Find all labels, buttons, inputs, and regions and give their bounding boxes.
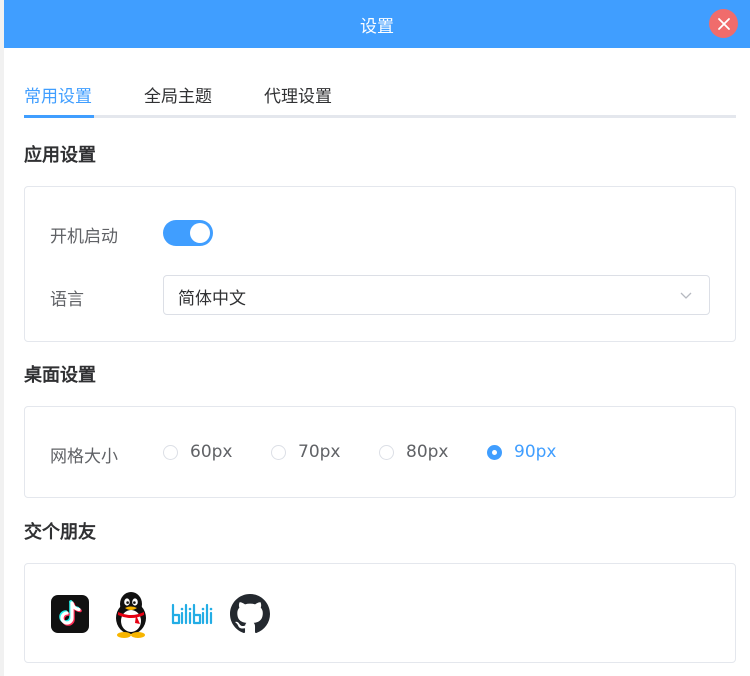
tab-proxy[interactable]: 代理设置: [264, 82, 332, 107]
grid-size-radio-60[interactable]: 60px: [163, 440, 232, 464]
tab-global-theme[interactable]: 全局主题: [144, 82, 212, 107]
radio-label: 70px: [298, 442, 341, 462]
section-title-desktop: 桌面设置: [24, 365, 96, 386]
bilibili-link[interactable]: [170, 599, 214, 629]
grid-size-radio-80[interactable]: 80px: [379, 440, 448, 464]
section-title-friends: 交个朋友: [24, 522, 96, 543]
grid-size-radio-70[interactable]: 70px: [271, 440, 340, 464]
tab-general[interactable]: 常用设置: [24, 82, 92, 107]
close-icon: [717, 17, 730, 30]
radio-label: 90px: [514, 442, 557, 462]
grid-size-label: 网格大小: [50, 447, 118, 467]
tiktok-link[interactable]: [50, 594, 90, 634]
settings-tabs: 常用设置 全局主题 代理设置: [24, 80, 736, 118]
app-settings-card: 开机启动 语言 简体中文: [24, 186, 736, 342]
window-title: 设置: [360, 16, 394, 37]
tiktok-icon: [51, 595, 89, 633]
github-link[interactable]: [230, 594, 270, 634]
radio-circle: [163, 444, 178, 460]
radio-label: 80px: [406, 442, 449, 462]
title-bar: 设置: [4, 0, 750, 48]
desktop-settings-card: 网格大小 60px 70px 80px 90px: [24, 406, 736, 498]
autostart-switch[interactable]: [163, 220, 213, 246]
chevron-down-icon: [680, 292, 692, 299]
active-tab-indicator: [24, 115, 94, 118]
switch-knob: [190, 223, 210, 243]
qq-link[interactable]: [110, 590, 152, 638]
tabs-baseline: [24, 115, 736, 118]
radio-circle-checked: [487, 444, 502, 460]
radio-label: 60px: [190, 442, 233, 462]
section-title-app: 应用设置: [24, 145, 96, 166]
settings-window: 设置 常用设置 全局主题 代理设置 应用设置 开机启动 语言 简体中文 桌面设置…: [0, 0, 750, 676]
radio-circle: [271, 444, 286, 460]
language-label: 语言: [50, 290, 84, 310]
autostart-label: 开机启动: [50, 227, 118, 247]
bilibili-icon: [171, 603, 213, 625]
radio-circle: [379, 444, 394, 460]
grid-size-radio-90[interactable]: 90px: [487, 440, 556, 464]
left-edge: [0, 0, 4, 676]
qq-penguin-icon: [116, 592, 146, 638]
close-button[interactable]: [709, 9, 738, 38]
language-select[interactable]: 简体中文: [163, 275, 710, 315]
language-select-value: 简体中文: [178, 289, 246, 309]
friends-card: [24, 563, 736, 663]
github-icon: [230, 594, 270, 634]
